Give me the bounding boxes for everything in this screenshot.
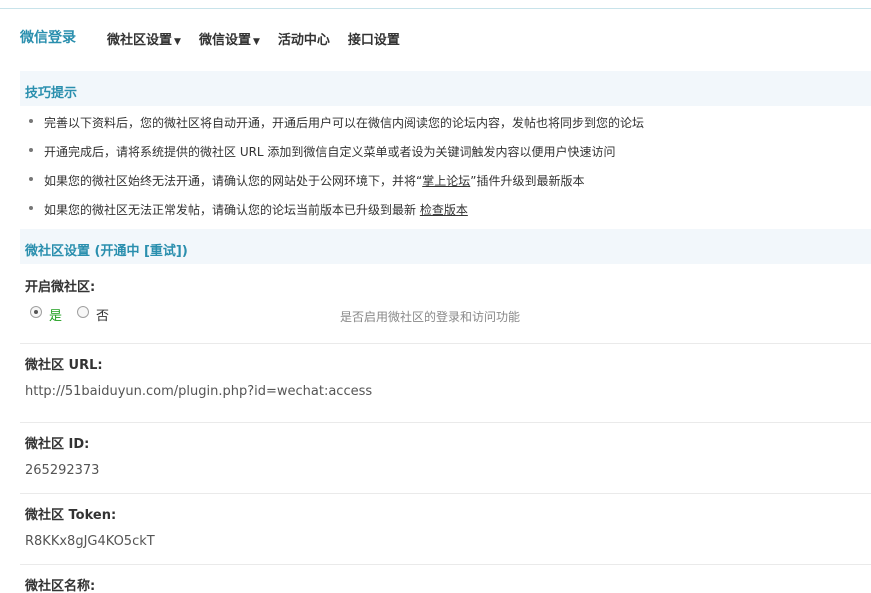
enable-label: 开启微社区: [25,280,96,295]
divider [20,422,871,423]
nav-label: 微社区设置 [107,33,173,48]
enable-yes-label[interactable]: 是 [49,305,62,324]
tips-heading: 技巧提示 [25,86,78,101]
nav-bar: 微社区设置 ▼ 微信设置 ▼ 活动中心 接口设置 [107,29,418,48]
tip-text-after: ”插件升级到最新版本 [470,174,585,188]
nav-label: 活动中心 [277,33,330,48]
tips-heading-bar: 技巧提示 [20,71,871,106]
bullet-icon [29,177,33,181]
url-label: 微社区 URL: [25,358,103,373]
zhangshang-luntan-link[interactable]: 掌上论坛 [422,174,470,188]
bullet-icon [29,206,33,210]
nav-weshequ-settings[interactable]: 微社区设置 ▼ [107,29,181,48]
settings-heading-bar: 微社区设置 (开通中 [重试]) [20,229,871,264]
nav-label: 微信设置 [198,33,251,48]
enable-yes-radio[interactable] [30,306,42,318]
enable-hint: 是否启用微社区的登录和访问功能 [340,310,521,324]
nav-wechat-settings[interactable]: 微信设置 ▼ [199,29,260,48]
enable-no-label[interactable]: 否 [96,305,109,324]
divider [20,343,871,344]
tip-text: 如果您的微社区始终无法开通，请确认您的网站处于公网环境下，并将“掌上论坛”插件升… [44,172,584,189]
page-title: 微信登录 [20,30,76,46]
tip-text: 完善以下资料后，您的微社区将自动开通，开通后用户可以在微信内阅读您的论坛内容，发… [44,116,645,130]
name-label: 微社区名称: [25,579,96,593]
nav-api-settings[interactable]: 接口设置 [348,29,400,48]
token-label: 微社区 Token: [25,508,117,523]
nav-activity-center[interactable]: 活动中心 [278,29,330,48]
settings-heading: 微社区设置 (开通中 [重试]) [25,244,188,259]
header: 微信登录 微社区设置 ▼ 微信设置 ▼ 活动中心 接口设置 [0,22,871,52]
url-value: http://51baiduyun.com/plugin.php?id=wech… [25,384,373,399]
bullet-icon [29,119,33,123]
nav-label: 接口设置 [347,33,400,48]
chevron-down-icon: ▼ [174,37,181,47]
divider [20,493,871,494]
tip-text-before: 如果您的微社区始终无法开通，请确认您的网站处于公网环境下，并将“ [44,174,423,188]
check-version-link[interactable]: 检查版本 [420,203,468,217]
token-value: R8KKx8gJG4KO5ckT [25,534,155,549]
tip-text: 如果您的微社区无法正常发帖，请确认您的论坛当前版本已升级到最新 检查版本 [44,201,468,218]
id-label: 微社区 ID: [25,437,90,452]
chevron-down-icon: ▼ [252,37,260,47]
tip-text-before: 如果您的微社区无法正常发帖，请确认您的论坛当前版本已升级到最新 [44,203,420,217]
divider [20,564,871,565]
bullet-icon [29,148,33,152]
tip-text: 开通完成后，请将系统提供的微社区 URL 添加到微信自定义菜单或者设为关键词触发… [44,145,616,159]
enable-no-radio[interactable] [77,306,89,318]
top-border [0,0,871,9]
id-value: 265292373 [25,463,100,478]
